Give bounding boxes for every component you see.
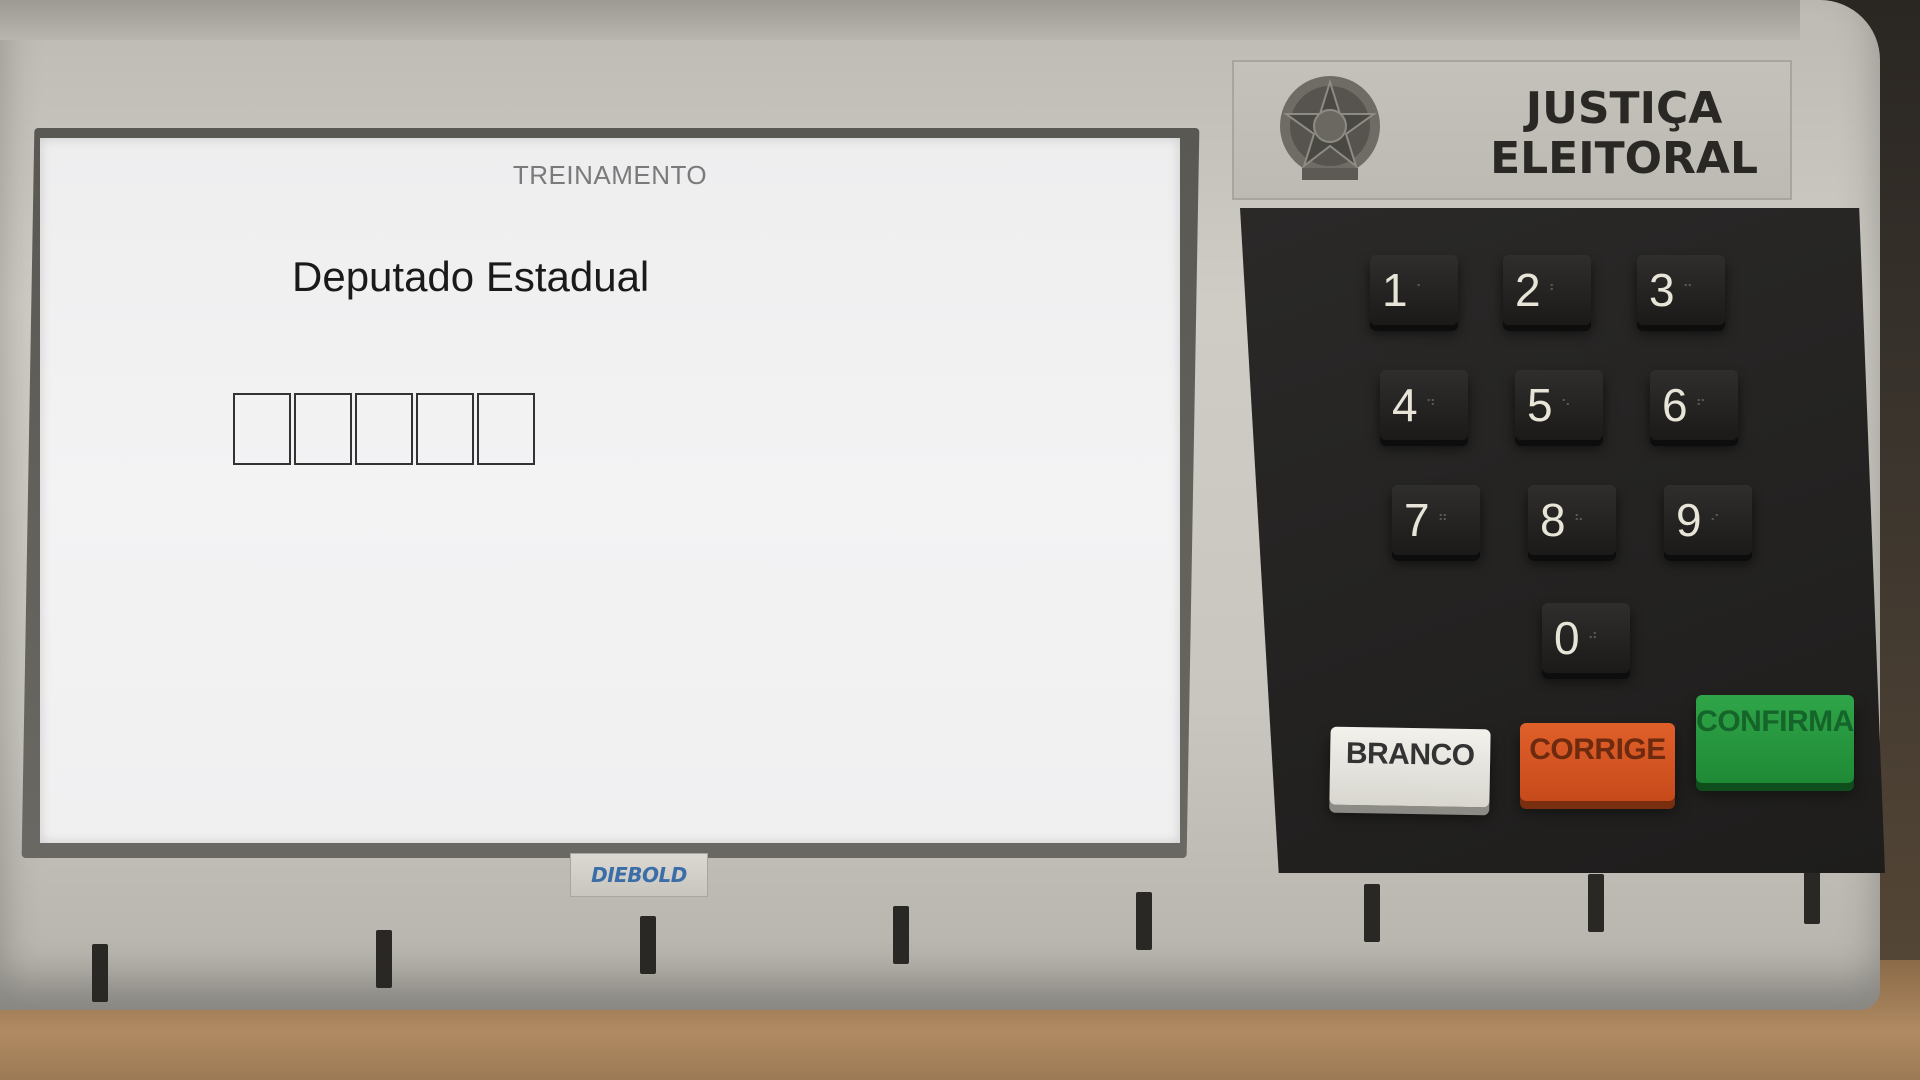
key-3[interactable]: 3 ⠉⠀	[1637, 255, 1725, 325]
key-2[interactable]: 2 ⠃⠀	[1503, 255, 1591, 325]
digit-box	[294, 393, 352, 465]
key-label: 3	[1649, 264, 1675, 316]
correct-label: CORRIGE	[1529, 733, 1666, 766]
candidate-number-fields	[233, 393, 535, 465]
court-title-line2: ELEITORAL	[1490, 133, 1758, 184]
digit-box	[477, 393, 535, 465]
slot	[1364, 884, 1380, 942]
machine-top-edge	[0, 0, 1800, 40]
braille-dots: ⠙⠀	[1425, 397, 1451, 413]
blank-vote-label: BRANCO	[1345, 736, 1475, 773]
confirm-button[interactable]: CONFIRMA	[1696, 695, 1854, 783]
ventilation-slots	[0, 866, 1880, 1010]
key-label: 4	[1392, 379, 1418, 431]
key-label: 8	[1540, 494, 1566, 546]
key-8[interactable]: 8 ⠓⠀	[1528, 485, 1616, 555]
key-9[interactable]: 9 ⠊⠀	[1664, 485, 1752, 555]
key-label: 1	[1382, 264, 1408, 316]
voting-screen: TREINAMENTO Deputado Estadual	[40, 138, 1180, 843]
braille-dots: ⠛⠀	[1437, 512, 1463, 528]
slot	[893, 906, 909, 964]
digit-box	[355, 393, 413, 465]
key-5[interactable]: 5 ⠑⠀	[1515, 370, 1603, 440]
key-label: 7	[1404, 494, 1430, 546]
slot	[1136, 892, 1152, 950]
key-1[interactable]: 1 ⠁⠀	[1370, 255, 1458, 325]
braille-dots: ⠋⠀	[1695, 397, 1721, 413]
blank-vote-button[interactable]: BRANCO	[1329, 726, 1491, 808]
braille-dots: ⠚⠀	[1587, 630, 1613, 646]
key-6[interactable]: 6 ⠋⠀	[1650, 370, 1738, 440]
digit-box	[233, 393, 291, 465]
braille-dots: ⠉⠀	[1682, 282, 1708, 298]
correct-button[interactable]: CORRIGE	[1520, 723, 1675, 801]
digit-box	[416, 393, 474, 465]
confirm-label: CONFIRMA	[1696, 705, 1854, 738]
key-0[interactable]: 0 ⠚⠀	[1542, 603, 1630, 673]
braille-dots: ⠓⠀	[1573, 512, 1599, 528]
slot	[376, 930, 392, 988]
coat-of-arms-emblem	[1280, 76, 1380, 180]
key-label: 6	[1662, 379, 1688, 431]
key-7[interactable]: 7 ⠛⠀	[1392, 485, 1480, 555]
slot	[92, 944, 108, 1002]
training-mode-label: TREINAMENTO	[512, 160, 708, 190]
slot	[1804, 866, 1820, 924]
braille-dots: ⠊⠀	[1709, 512, 1735, 528]
court-header-panel: JUSTIÇA ELEITORAL	[1232, 60, 1792, 200]
office-title: Deputado Estadual	[292, 253, 650, 300]
key-label: 5	[1527, 379, 1553, 431]
slot	[640, 916, 656, 974]
key-label: 9	[1676, 494, 1702, 546]
court-title: JUSTIÇA ELEITORAL	[1490, 84, 1758, 184]
key-label: 2	[1515, 264, 1541, 316]
braille-dots: ⠑⠀	[1560, 397, 1586, 413]
braille-dots: ⠃⠀	[1548, 282, 1574, 298]
braille-dots: ⠁⠀	[1415, 282, 1441, 298]
key-4[interactable]: 4 ⠙⠀	[1380, 370, 1468, 440]
slot	[1588, 874, 1604, 932]
court-title-line1: JUSTIÇA	[1525, 83, 1723, 134]
key-label: 0	[1554, 612, 1580, 664]
